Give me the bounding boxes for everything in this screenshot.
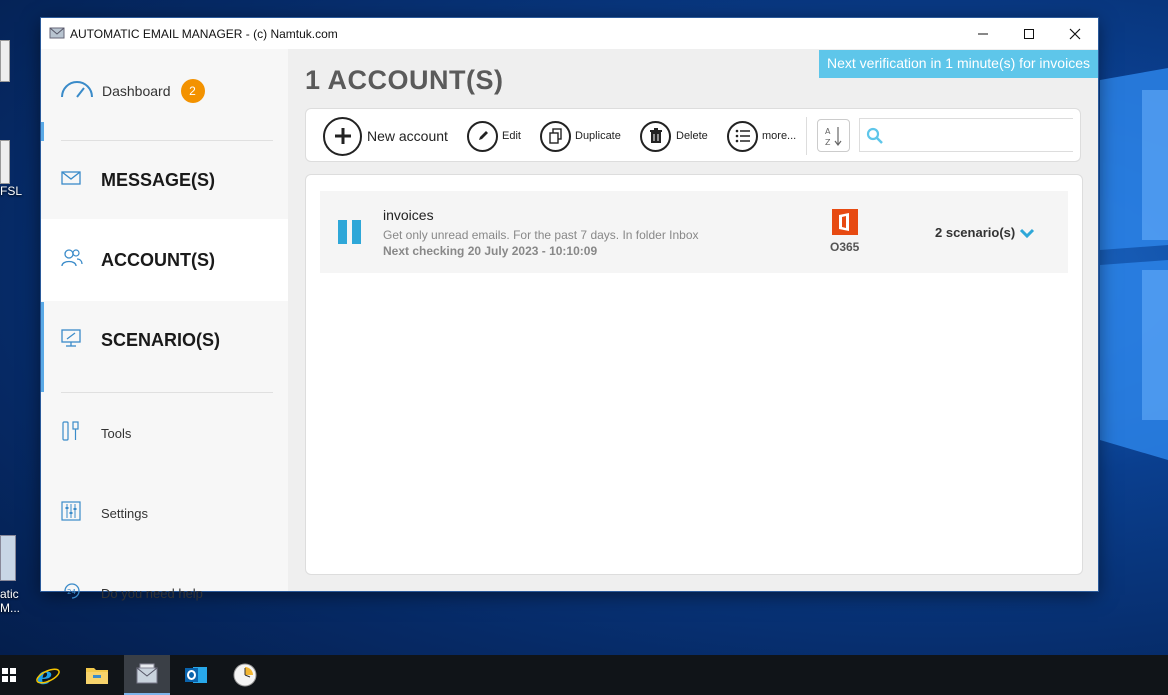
monitor-icon <box>61 328 101 352</box>
sidebar-item-label: Do you need help <box>101 585 203 601</box>
notification-badge: 2 <box>180 79 205 103</box>
sidebar-item-label: MESSAGE(S) <box>101 169 216 190</box>
edit-button[interactable]: Edit <box>467 109 521 163</box>
taskbar: e <box>0 655 1168 695</box>
toolbar: New account Edit Duplicate Delete more..… <box>305 108 1081 162</box>
clock-icon <box>233 663 257 687</box>
sidebar-item-label: Dashboard <box>102 83 171 99</box>
toolbar-divider <box>806 117 807 155</box>
email-manager-icon <box>136 663 158 684</box>
internet-explorer-icon: e <box>36 662 60 688</box>
desktop-icon-label: M... <box>0 601 20 615</box>
taskbar-clock-app[interactable] <box>222 655 268 695</box>
maximize-icon <box>1024 28 1034 39</box>
sidebar-item-accounts[interactable]: ACCOUNT(S) <box>41 219 288 301</box>
sidebar-item-label: Tools <box>101 425 132 441</box>
account-name: invoices <box>383 207 434 223</box>
search-icon <box>866 127 883 144</box>
taskbar-outlook[interactable] <box>173 655 219 695</box>
sidebar-item-messages[interactable]: MESSAGE(S) <box>41 141 281 219</box>
office365-icon <box>832 209 858 240</box>
sort-button[interactable]: AZ <box>817 119 850 152</box>
sidebar-item-dashboard[interactable]: Dashboard 2 <box>41 71 281 111</box>
pause-icon[interactable] <box>338 220 362 249</box>
svg-text:Z: Z <box>825 138 831 147</box>
trash-icon <box>640 120 671 152</box>
title-bar[interactable]: AUTOMATIC EMAIL MANAGER - (c) Namtuk.com <box>41 18 1098 49</box>
sliders-icon <box>61 500 101 526</box>
tools-icon <box>61 420 101 447</box>
button-label: Edit <box>502 130 521 142</box>
sidebar-item-label: Settings <box>101 505 148 521</box>
desktop-icon-label: atic <box>0 587 19 601</box>
close-button[interactable] <box>1052 18 1098 49</box>
button-label: New account <box>367 128 448 144</box>
sidebar-item-help[interactable]: 24 Do you need help <box>41 573 281 613</box>
search-box <box>859 118 1073 152</box>
folder-icon <box>86 668 108 684</box>
close-icon <box>1069 28 1081 39</box>
sidebar-item-tools[interactable]: Tools <box>41 413 281 453</box>
taskbar-email-manager[interactable] <box>124 655 170 695</box>
users-icon <box>61 248 101 273</box>
duplicate-icon <box>540 120 571 152</box>
outlook-icon <box>185 667 207 683</box>
chevron-down-icon <box>1020 228 1035 238</box>
next-check-time: Next checking 20 July 2023 - 10:10:09 <box>383 244 598 258</box>
list-item[interactable]: invoices Get only unread emails. For the… <box>320 191 1068 273</box>
desktop-icon-app[interactable]: atic M... <box>0 535 20 615</box>
window-title: AUTOMATIC EMAIL MANAGER - (c) Namtuk.com <box>70 27 338 41</box>
pencil-icon <box>467 120 498 152</box>
sidebar: Dashboard 2 MESSAGE(S) ACCOUNT(S) SCENAR… <box>41 49 288 601</box>
app-icon <box>49 26 65 45</box>
desktop-icon-file[interactable] <box>0 40 10 82</box>
windows-logo-graphic <box>1100 60 1168 460</box>
list-icon <box>727 120 758 152</box>
duplicate-button[interactable]: Duplicate <box>540 109 621 163</box>
taskbar-internet-explorer[interactable]: e <box>25 655 71 695</box>
envelope-icon <box>61 170 101 191</box>
plus-icon <box>323 116 362 156</box>
sidebar-divider <box>61 392 273 393</box>
more-button[interactable]: more... <box>727 109 796 163</box>
app-window: AUTOMATIC EMAIL MANAGER - (c) Namtuk.com… <box>41 18 1098 601</box>
sidebar-item-settings[interactable]: Settings <box>41 493 281 533</box>
svg-text:24: 24 <box>67 588 76 596</box>
page-title: 1 ACCOUNT(S) <box>305 65 504 95</box>
sidebar-item-scenarios[interactable]: SCENARIO(S) <box>41 301 281 379</box>
desktop-icon-fsl[interactable]: FSL <box>0 140 22 198</box>
button-label: more... <box>762 130 797 142</box>
maximize-button[interactable] <box>1006 18 1052 49</box>
button-label: Duplicate <box>575 130 621 142</box>
button-label: Delete <box>676 130 708 142</box>
start-icon <box>2 668 16 682</box>
delete-button[interactable]: Delete <box>640 109 708 163</box>
gauge-icon <box>60 79 102 104</box>
scenarios-count: 2 scenario(s) <box>935 225 1016 240</box>
desktop-icon-label: FSL <box>0 184 23 198</box>
support-24-icon: 24 <box>61 581 101 606</box>
main-content: 1 ACCOUNT(S) Next verification in 1 minu… <box>288 49 1098 591</box>
taskbar-file-explorer[interactable] <box>74 655 120 695</box>
scenarios-toggle[interactable]: 2 scenario(s) <box>935 225 1035 240</box>
svg-text:A: A <box>825 127 831 136</box>
sidebar-item-label: ACCOUNT(S) <box>101 249 215 270</box>
accounts-list: invoices Get only unread emails. For the… <box>305 174 1083 575</box>
sort-az-icon: AZ <box>825 126 841 147</box>
account-description: Get only unread emails. For the past 7 d… <box>383 228 699 242</box>
sidebar-item-label: SCENARIO(S) <box>101 329 221 350</box>
search-input[interactable] <box>890 125 1069 147</box>
minimize-button[interactable] <box>960 18 1006 49</box>
verification-notice: Next verification in 1 minute(s) for inv… <box>819 50 1098 78</box>
provider-label: O365 <box>830 240 860 254</box>
minimize-icon <box>978 33 988 34</box>
new-account-button[interactable]: New account <box>323 109 448 163</box>
